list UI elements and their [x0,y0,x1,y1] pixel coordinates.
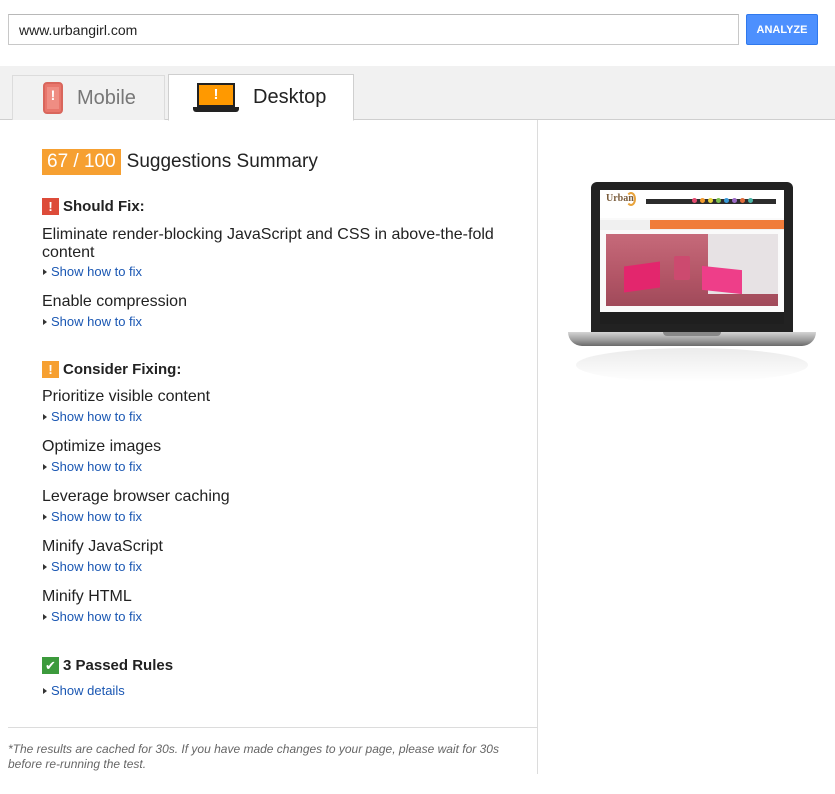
rule-title: Enable compression [42,293,187,310]
laptop-lid: Urban [591,182,793,332]
rule-title: Leverage browser caching [42,488,230,505]
expand-triangle-icon [43,513,47,520]
expand-triangle-icon [43,268,47,275]
footer-divider [8,727,537,728]
laptop-screen: Urban [600,190,784,324]
mobile-warning-icon: ! [43,82,63,114]
laptop-notch [663,332,721,336]
show-how-to-fix-link[interactable]: Show how to fix [43,264,142,279]
desktop-warning-icon: ! [193,82,239,113]
analyze-button[interactable]: ANALYZE [746,14,818,45]
warning-orange-icon: ! [42,361,59,378]
link-label[interactable]: Show how to fix [51,509,142,524]
laptop-reflection [576,348,808,382]
show-how-to-fix-link[interactable]: Show how to fix [43,409,142,424]
rule-title: Minify JavaScript [42,538,163,555]
tab-desktop[interactable]: ! Desktop [168,74,354,121]
link-label[interactable]: Show how to fix [51,314,142,329]
warning-red-icon: ! [42,198,59,215]
show-how-to-fix-link[interactable]: Show how to fix [43,609,142,624]
score-header: 67 / 100 Suggestions Summary [42,149,318,175]
tab-desktop-label: Desktop [253,86,327,108]
should-fix-label: Should Fix: [63,198,145,215]
link-label[interactable]: Show how to fix [51,459,142,474]
consider-fixing-label: Consider Fixing: [63,361,182,378]
show-details-link[interactable]: Show details [43,683,125,698]
rule-title: Minify HTML [42,588,132,605]
expand-triangle-icon [43,687,47,694]
url-input[interactable] [8,14,739,45]
consider-fixing-heading: ! Consider Fixing: [42,361,181,378]
show-how-to-fix-link[interactable]: Show how to fix [43,314,142,329]
link-label[interactable]: Show how to fix [51,409,142,424]
column-divider [537,120,538,774]
page-title: Suggestions Summary [126,151,318,172]
tab-mobile-label: Mobile [77,86,136,109]
show-how-to-fix-link[interactable]: Show how to fix [43,509,142,524]
rule-title: Prioritize visible content [42,388,211,405]
rule-title: Eliminate render-blocking JavaScript and… [42,226,494,261]
device-tabs: ! Mobile ! Desktop [0,66,835,121]
expand-triangle-icon [43,563,47,570]
score-badge: 67 / 100 [42,149,121,175]
passed-rules-heading: ✔ 3 Passed Rules [42,657,173,674]
expand-triangle-icon [43,413,47,420]
cache-footnote: *The results are cached for 30s. If you … [8,742,499,771]
passed-rules-label: 3 Passed Rules [63,657,174,674]
expand-triangle-icon [43,318,47,325]
desktop-screenshot-preview: Urban [566,182,818,382]
link-label[interactable]: Show how to fix [51,264,142,279]
link-label[interactable]: Show how to fix [51,609,142,624]
show-how-to-fix-link[interactable]: Show how to fix [43,459,142,474]
rule-title: Optimize images [42,438,162,455]
expand-triangle-icon [43,463,47,470]
checkmark-icon: ✔ [42,657,59,674]
link-label[interactable]: Show details [51,683,125,698]
expand-triangle-icon [43,613,47,620]
show-how-to-fix-link[interactable]: Show how to fix [43,559,142,574]
link-label[interactable]: Show how to fix [51,559,142,574]
tab-mobile[interactable]: ! Mobile [12,75,165,120]
should-fix-heading: ! Should Fix: [42,198,145,215]
